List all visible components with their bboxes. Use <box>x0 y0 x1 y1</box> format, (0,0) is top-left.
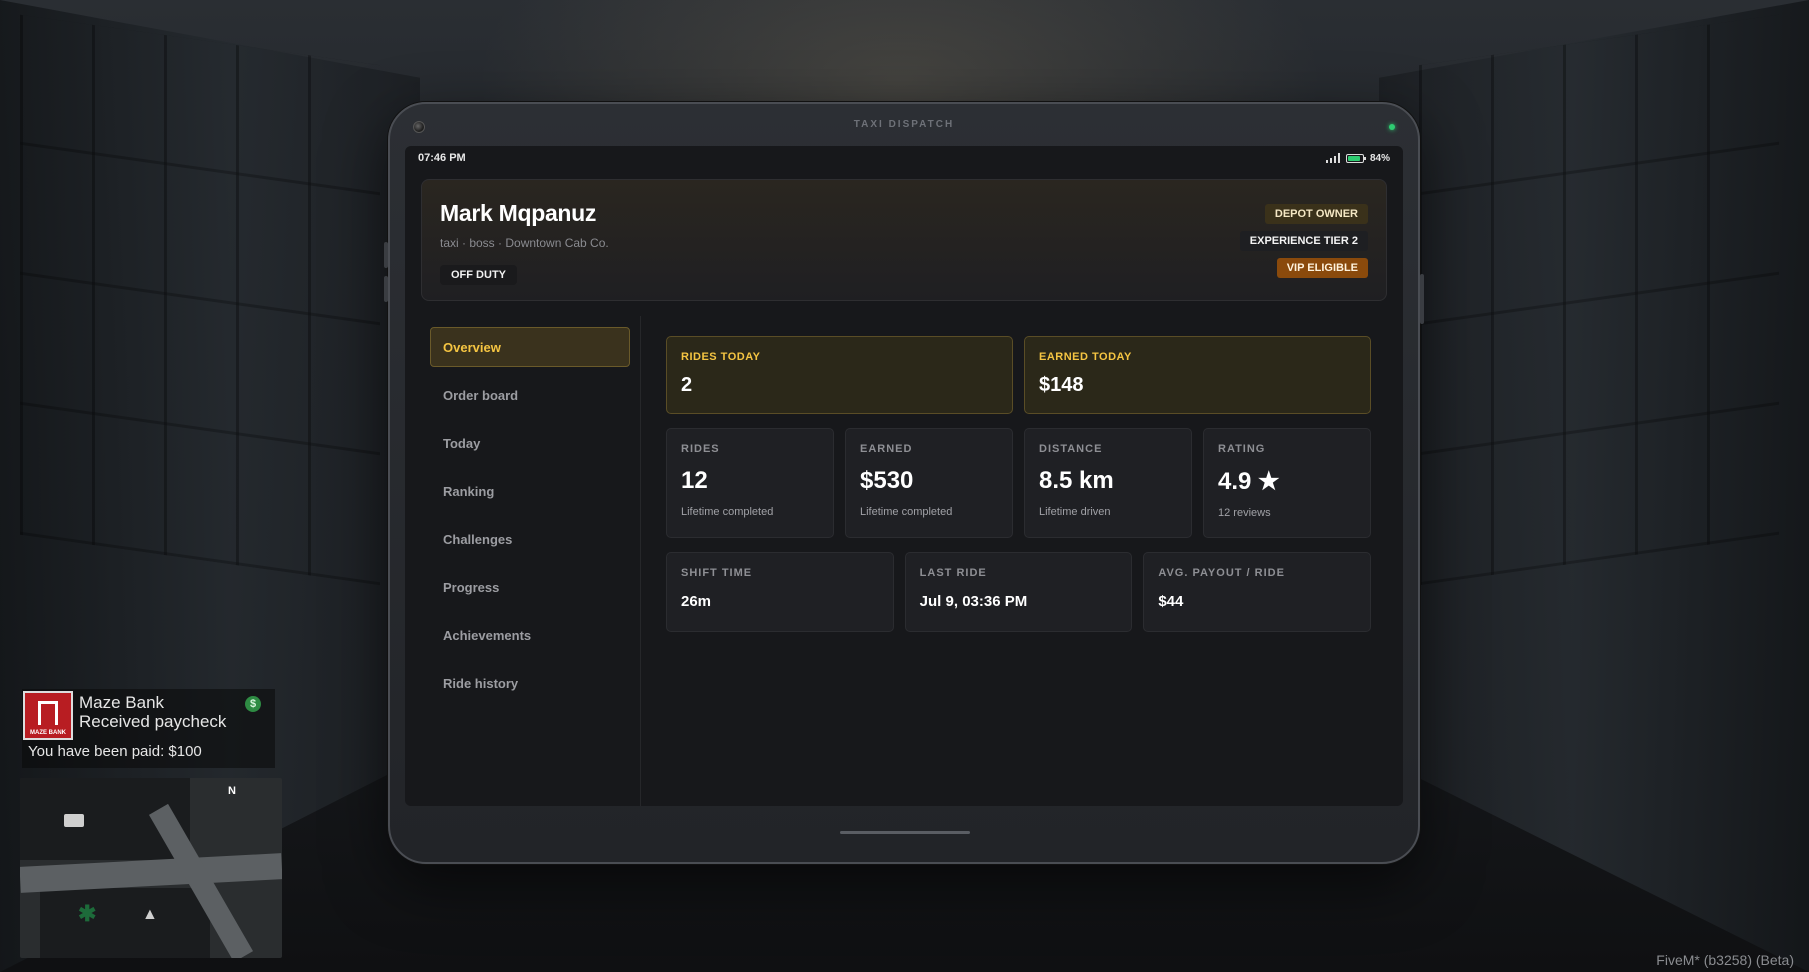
clock: 07:46 PM <box>418 152 466 164</box>
dollar-icon: $ <box>245 696 261 712</box>
stat-value: $530 <box>860 467 914 494</box>
stat-value: $148 <box>1039 374 1084 396</box>
stat-value: 26m <box>681 593 712 610</box>
sidebar-item-overview[interactable]: Overview <box>430 327 630 367</box>
tablet-side-button <box>384 242 388 268</box>
status-bar: 07:46 PM 84% <box>405 146 1403 170</box>
sidebar-item-challenges[interactable]: Challenges <box>430 519 630 559</box>
stat-card-rating: RATING 4.9 ★ 12 reviews <box>1203 428 1371 538</box>
stat-note: Lifetime completed <box>681 506 774 518</box>
signal-icon <box>1325 153 1340 163</box>
sidebar-nav: Overview Order board Today Ranking Chall… <box>421 316 641 806</box>
stat-note: Lifetime driven <box>1039 506 1111 518</box>
stat-card-earned: EARNED $530 Lifetime completed <box>845 428 1013 538</box>
briefcase-icon <box>64 814 84 827</box>
stat-label: RIDES TODAY <box>681 351 761 363</box>
stat-value: 4.9 ★ <box>1218 468 1280 495</box>
stat-label: AVG. PAYOUT / RIDE <box>1158 567 1285 579</box>
battery-percent: 84% <box>1369 152 1390 164</box>
map-block <box>40 888 210 958</box>
stat-card-avg-payout: AVG. PAYOUT / RIDE $44 <box>1143 552 1372 632</box>
stat-label: RIDES <box>681 443 720 455</box>
stat-value: 12 <box>681 467 708 494</box>
sidebar-item-achievements[interactable]: Achievements <box>430 615 630 655</box>
stat-value: 2 <box>681 374 693 396</box>
bank-notification: MAZE BANK Maze Bank Received paycheck Yo… <box>22 689 275 768</box>
sidebar-item-progress[interactable]: Progress <box>430 567 630 607</box>
stat-card-rides-today: RIDES TODAY 2 <box>666 336 1013 414</box>
sidebar-item-ride-history[interactable]: Ride history <box>430 663 630 703</box>
tablet-screen: 07:46 PM 84% Mark Mqpanuz taxi · boss · … <box>405 146 1403 806</box>
stat-value: $44 <box>1158 593 1184 610</box>
driver-subtitle: taxi · boss · Downtown Cab Co. <box>440 236 609 250</box>
status-indicators: 84% <box>1325 152 1390 164</box>
sidebar-item-today[interactable]: Today <box>430 423 630 463</box>
tablet-side-button <box>1420 274 1424 324</box>
today-stats-row: RIDES TODAY 2 EARNED TODAY $148 <box>666 336 1371 414</box>
tablet-brand: TAXI DISPATCH <box>853 119 955 130</box>
badge-vip-eligible: VIP ELIGIBLE <box>1276 258 1368 278</box>
battery-icon <box>1345 153 1366 163</box>
player-arrow-icon: ▲ <box>142 906 158 923</box>
stat-label: LAST RIDE <box>919 567 987 579</box>
driver-name: Mark Mqpanuz <box>440 200 597 226</box>
status-led-icon <box>1389 124 1395 130</box>
stat-note: 12 reviews <box>1218 507 1271 519</box>
stat-value: Jul 9, 03:36 PM <box>919 593 1028 610</box>
notification-sender: Maze Bank <box>79 693 165 712</box>
notification-body: You have been paid: $100 <box>28 743 202 760</box>
logo-text: MAZE BANK <box>30 730 66 736</box>
stat-card-rides: RIDES 12 Lifetime completed <box>666 428 834 538</box>
sidebar-item-order-board[interactable]: Order board <box>430 375 630 415</box>
window-grid-right <box>1419 14 1779 586</box>
duty-status-badge: OFF DUTY <box>440 265 517 285</box>
overview-panel: RIDES TODAY 2 EARNED TODAY $148 RIDES 12… <box>666 336 1372 646</box>
lifetime-stats-row: RIDES 12 Lifetime completed EARNED $530 … <box>666 428 1371 538</box>
badge-list: DEPOT OWNER EXPERIENCE TIER 2 VIP ELIGIB… <box>1239 204 1368 278</box>
fivem-watermark: FiveM* (b3258) (Beta) <box>1656 952 1794 968</box>
badge-depot-owner: DEPOT OWNER <box>1264 204 1368 224</box>
stat-label: EARNED <box>860 443 913 455</box>
dispatch-tablet: TAXI DISPATCH 07:46 PM 84% Mark Mqpanuz … <box>384 102 1424 864</box>
stat-value: 8.5 km <box>1039 467 1114 494</box>
stat-label: SHIFT TIME <box>681 567 753 579</box>
stat-card-earned-today: EARNED TODAY $148 <box>1024 336 1371 414</box>
hospital-icon: ✱ <box>78 901 97 926</box>
notification-subject: Received paycheck <box>79 712 227 731</box>
tablet-side-button <box>384 276 388 302</box>
sidebar-item-ranking[interactable]: Ranking <box>430 471 630 511</box>
home-indicator[interactable] <box>840 831 970 834</box>
badge-experience-tier: EXPERIENCE TIER 2 <box>1239 231 1368 251</box>
profile-card: Mark Mqpanuz taxi · boss · Downtown Cab … <box>421 179 1387 301</box>
stat-label: RATING <box>1218 443 1266 455</box>
compass-north: N <box>228 785 236 797</box>
stat-card-last-ride: LAST RIDE Jul 9, 03:36 PM <box>904 552 1133 632</box>
shift-stats-row: SHIFT TIME 26m LAST RIDE Jul 9, 03:36 PM… <box>666 552 1372 632</box>
minimap: N ✱ ▲ <box>20 778 282 958</box>
stat-card-distance: DISTANCE 8.5 km Lifetime driven <box>1024 428 1192 538</box>
window-grid-left <box>20 14 380 586</box>
stat-card-shift-time: SHIFT TIME 26m <box>666 552 894 632</box>
maze-bank-logo: MAZE BANK <box>23 691 73 740</box>
stat-label: EARNED TODAY <box>1039 351 1132 363</box>
stat-label: DISTANCE <box>1039 443 1103 455</box>
stat-note: Lifetime completed <box>860 506 953 518</box>
